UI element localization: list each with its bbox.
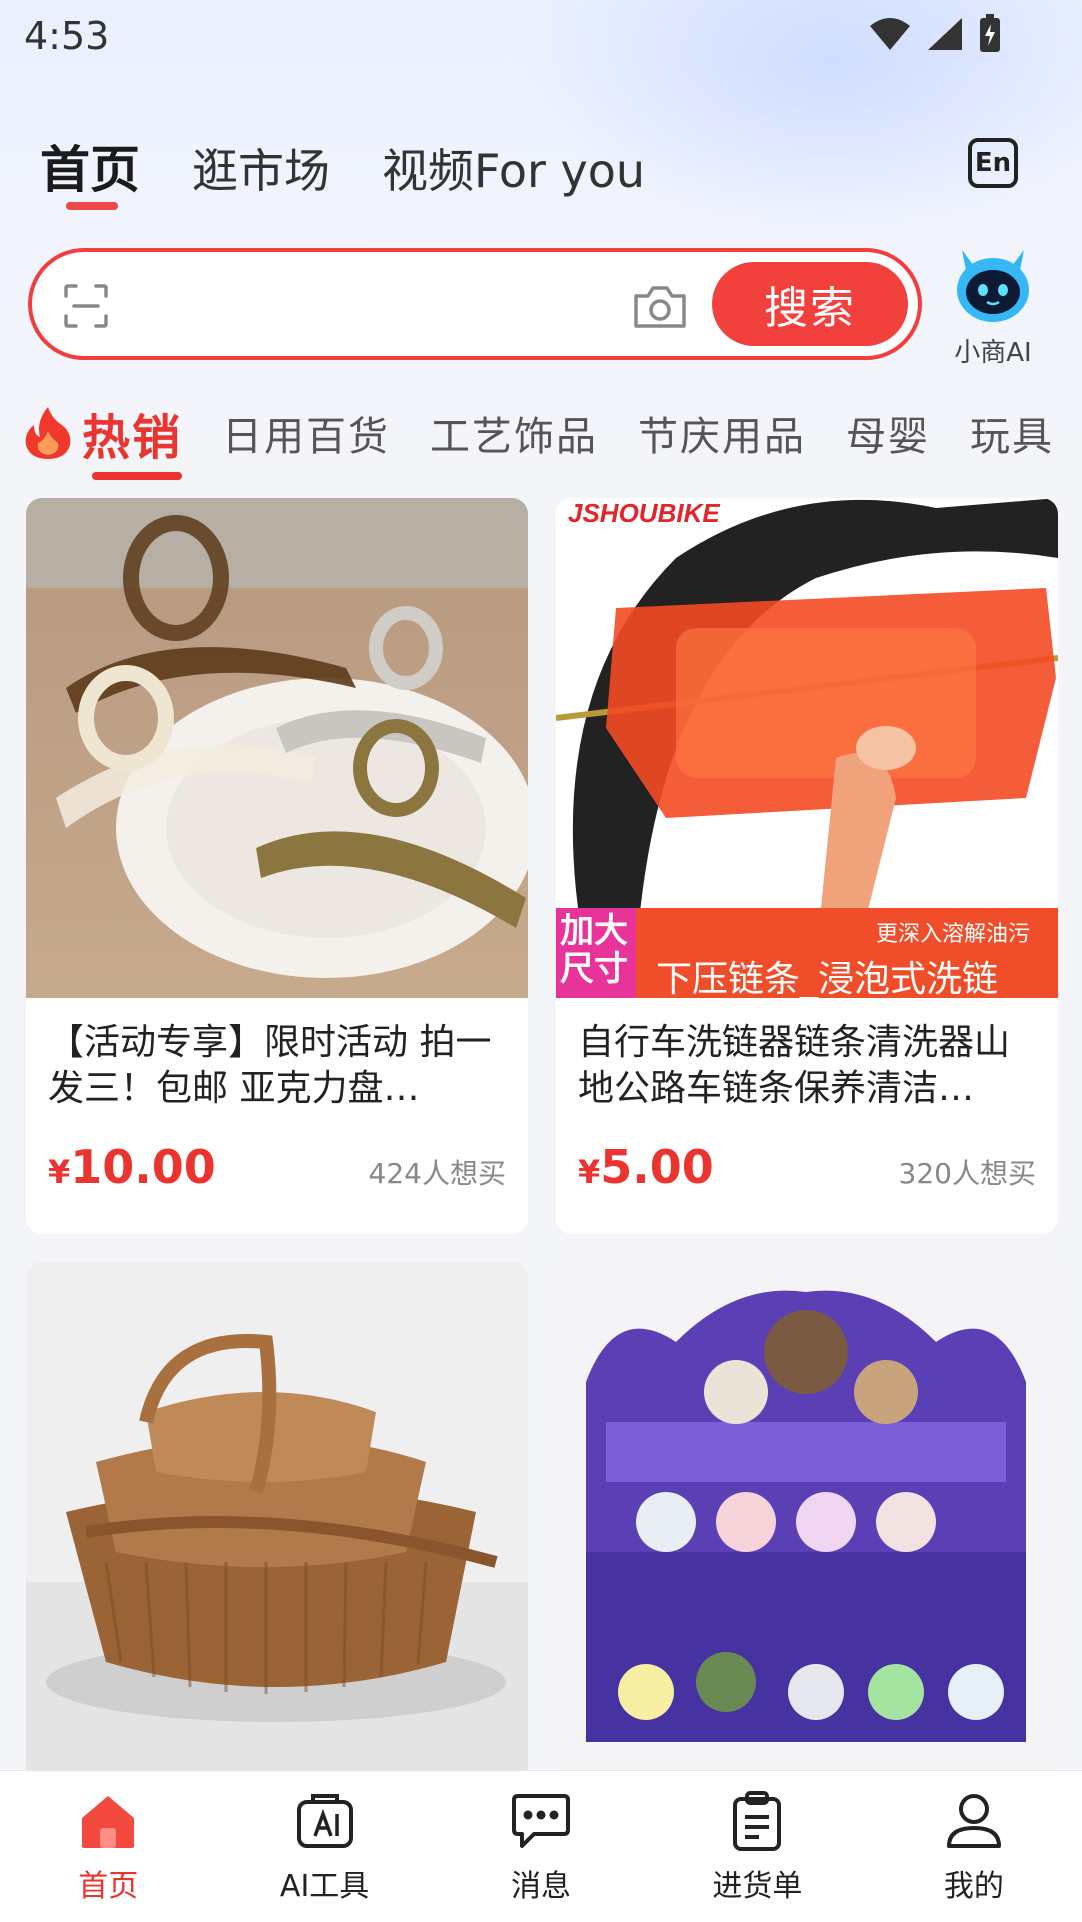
category-tabs: 热销 日用百货 工艺饰品 节庆用品 母婴 玩具 美 — [22, 398, 1082, 488]
product-card[interactable] — [556, 1262, 1058, 1782]
product-card[interactable] — [26, 1262, 528, 1782]
product-wants-count: 320人想买 — [898, 1157, 1036, 1190]
category-baby[interactable]: 母婴 — [846, 404, 930, 462]
category-active-indicator — [92, 472, 182, 480]
tab-active-indicator — [66, 202, 118, 210]
message-icon — [509, 1789, 573, 1853]
category-crafts[interactable]: 工艺饰品 — [430, 404, 598, 462]
product-image-banner-small: 更深入溶解油污 — [876, 922, 1031, 947]
product-card[interactable]: 【活动专享】限时活动 拍一发三！包邮 亚克力盘… ¥10.00 424人想买 — [26, 498, 528, 1234]
status-icons — [868, 14, 1002, 54]
search-button[interactable]: 搜索 — [712, 262, 908, 346]
scan-icon[interactable] — [64, 284, 108, 328]
product-title: 自行车洗链器链条清洗器山地公路车链条保养清洁… — [578, 1022, 1011, 1109]
product-footer: ¥5.00 320人想买 — [556, 1116, 1058, 1194]
camera-icon[interactable] — [632, 284, 688, 330]
product-image-hair-claws — [26, 498, 528, 998]
category-festival[interactable]: 节庆用品 — [638, 404, 806, 462]
product-image-baskets — [26, 1262, 528, 1782]
nav-order-list[interactable]: 进货单 — [649, 1771, 865, 1922]
category-toys[interactable]: 玩具 — [970, 404, 1054, 462]
status-time: 4:53 — [24, 14, 110, 58]
robot-icon — [952, 246, 1034, 326]
product-image-badge: 加大尺寸 — [560, 911, 628, 989]
tab-video[interactable]: 视频For you — [382, 135, 645, 201]
ai-assistant-label: 小商AI — [954, 338, 1032, 368]
order-list-icon — [725, 1789, 789, 1853]
nav-home[interactable]: 首页 — [0, 1771, 216, 1922]
tab-home[interactable]: 首页 — [40, 130, 140, 210]
nav-ai-tools-label: AI工具 — [279, 1869, 370, 1904]
product-wants-count: 424人想买 — [368, 1157, 506, 1190]
product-price: ¥10.00 — [48, 1140, 216, 1194]
bottom-navigation: 首页 AI工具 消息 进货单 我的 — [0, 1770, 1082, 1922]
product-image-chain-cleaner: JSHOUBIKE 加大尺寸 更深入溶解油污 下压链条_浸泡式洗链 — [556, 498, 1058, 998]
product-title: 【活动专享】限时活动 拍一发三！包邮 亚克力盘… — [48, 1022, 492, 1109]
nav-profile-label: 我的 — [943, 1869, 1004, 1904]
product-price: ¥5.00 — [578, 1140, 714, 1194]
nav-messages[interactable]: 消息 — [433, 1771, 649, 1922]
tab-market[interactable]: 逛市场 — [192, 135, 330, 201]
product-footer: ¥10.00 424人想买 — [26, 1116, 528, 1194]
category-hot[interactable]: 热销 — [22, 398, 183, 480]
product-card[interactable]: JSHOUBIKE 加大尺寸 更深入溶解油污 下压链条_浸泡式洗链 自行车洗链器… — [556, 498, 1058, 1234]
ai-assistant-button[interactable]: 小商AI — [948, 246, 1038, 369]
nav-messages-label: 消息 — [511, 1869, 572, 1904]
profile-icon — [942, 1789, 1006, 1853]
top-tabs: 首页 逛市场 视频For you — [40, 130, 645, 210]
category-hot-label: 热销 — [82, 410, 183, 466]
product-image-toy-figures — [556, 1262, 1058, 1782]
wifi-icon — [870, 18, 910, 50]
nav-order-list-label: 进货单 — [712, 1869, 803, 1904]
signal-icon — [928, 18, 962, 50]
tab-home-label: 首页 — [40, 141, 140, 199]
language-toggle-button[interactable]: En — [968, 138, 1018, 188]
home-icon — [76, 1789, 140, 1853]
product-image-banner: 下压链条_浸泡式洗链 — [656, 959, 999, 998]
nav-ai-tools[interactable]: AI工具 — [216, 1771, 432, 1922]
product-image-brand: JSHOUBIKE — [568, 498, 720, 528]
category-daily-goods[interactable]: 日用百货 — [222, 404, 390, 462]
fire-icon — [25, 407, 71, 459]
nav-home-label: 首页 — [78, 1869, 139, 1904]
search-bar[interactable]: 搜索 — [28, 248, 922, 360]
battery-icon — [980, 14, 1000, 52]
ai-tool-icon — [293, 1789, 357, 1853]
nav-profile[interactable]: 我的 — [866, 1771, 1082, 1922]
status-bar: 4:53 — [0, 0, 1082, 78]
